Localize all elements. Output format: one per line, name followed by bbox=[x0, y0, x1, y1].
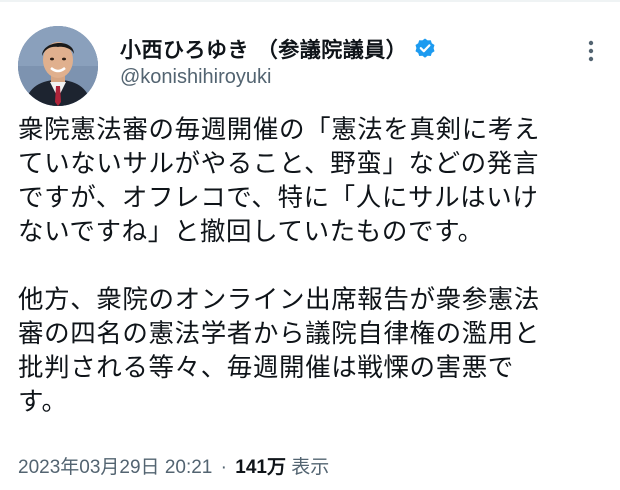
views-count[interactable]: 141万 bbox=[235, 457, 286, 478]
tweet-line: 批判される等々、毎週開催は戦慄の害悪で bbox=[18, 353, 514, 383]
tweet-line: ていないサルがやること、野蛮」などの発言 bbox=[18, 149, 539, 179]
tweet-line: 衆院憲法審の毎週開催の「憲法を真剣に考え bbox=[18, 115, 541, 145]
tweet-paragraph-1: 衆院憲法審の毎週開催の「憲法を真剣に考え ていないサルがやること、野蛮」などの発… bbox=[18, 113, 613, 249]
tweet-meta: 2023年03月29日 20:21 · 141万 表示 bbox=[18, 452, 329, 479]
tweet-line: す。 bbox=[18, 387, 68, 417]
avatar[interactable] bbox=[18, 26, 98, 106]
tweet-line: ないですね」と撤回していたものです。 bbox=[18, 217, 484, 247]
author-name-row[interactable]: 小西ひろゆき （参議院議員） bbox=[120, 34, 437, 64]
more-options-icon[interactable] bbox=[581, 38, 601, 64]
verified-badge-icon bbox=[413, 37, 437, 61]
tweet-timestamp[interactable]: 2023年03月29日 20:21 bbox=[18, 457, 212, 478]
divider bbox=[0, 0, 620, 2]
tweet-line: 他方、衆院のオンライン出席報告が衆参憲法 bbox=[18, 285, 541, 315]
author-display-name[interactable]: 小西ひろゆき （参議院議員） bbox=[120, 34, 407, 64]
tweet-line: ですが、オフレコで、特に「人にサルはいけ bbox=[18, 183, 539, 213]
author-handle[interactable]: @konishihiroyuki bbox=[120, 66, 271, 89]
tweet-card: 小西ひろゆき （参議院議員） @konishihiroyuki 衆院憲法審の毎週… bbox=[0, 0, 620, 490]
meta-separator: · bbox=[220, 457, 227, 478]
views-label: 表示 bbox=[291, 457, 330, 478]
tweet-line: 審の四名の憲法学者から議院自律権の濫用と bbox=[18, 319, 541, 349]
avatar-photo bbox=[18, 26, 98, 106]
tweet-text: 衆院憲法審の毎週開催の「憲法を真剣に考え ていないサルがやること、野蛮」などの発… bbox=[18, 113, 613, 419]
tweet-paragraph-2: 他方、衆院のオンライン出席報告が衆参憲法 審の四名の憲法学者から議院自律権の濫用… bbox=[18, 283, 613, 419]
